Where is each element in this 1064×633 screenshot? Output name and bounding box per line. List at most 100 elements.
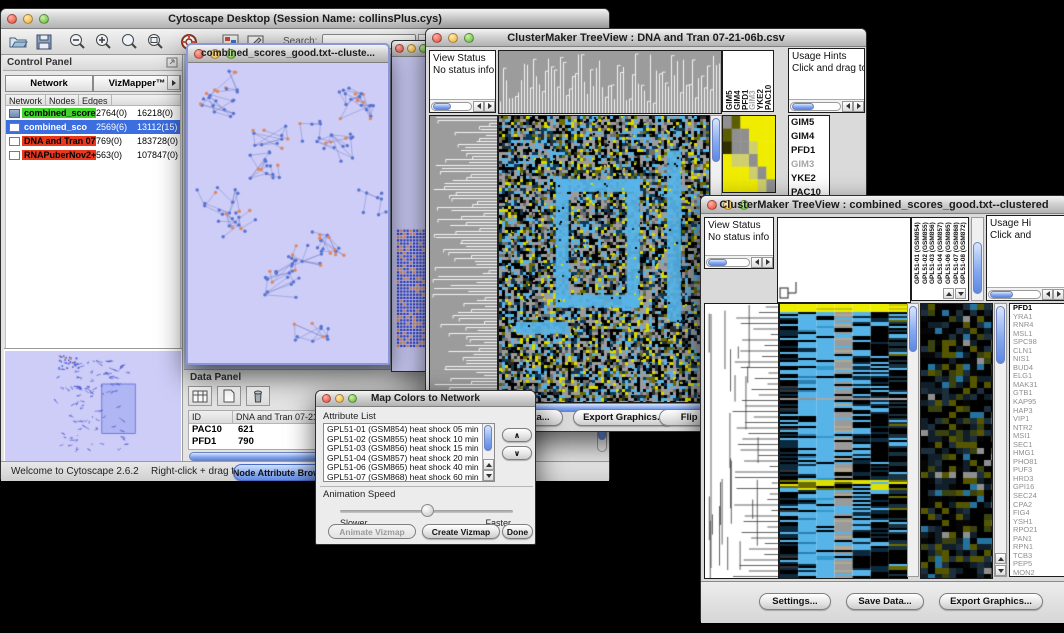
scroll-left-icon[interactable]: [473, 101, 484, 112]
network-table-column[interactable]: Edges: [79, 95, 112, 105]
network-overview-canvas[interactable]: [5, 351, 181, 461]
usage-hints-scrollbar[interactable]: [789, 99, 864, 112]
treeview2-title: ClusterMaker TreeView : combined_scores_…: [701, 199, 1064, 211]
treeview2-gene-list: PFD1YRA1RNR4MSL1SPC98CLN1NIS1BUD4ELG1MAK…: [1009, 303, 1064, 577]
tab-overflow-icon[interactable]: [167, 75, 180, 90]
treeview1-view-status: View Status No status info f: [429, 50, 496, 113]
move-up-button[interactable]: ∧: [502, 428, 532, 442]
treeview2-labels-scrollbar[interactable]: [971, 217, 984, 301]
usage-hints-text: Click and drag to: [792, 63, 861, 75]
treeview2-column-dendrogram[interactable]: [777, 217, 911, 303]
column-label: GPL51-04 (GSM857): [937, 219, 944, 284]
treeview1-submatrix[interactable]: [722, 115, 776, 193]
treeview2-vscrollbar[interactable]: [907, 303, 919, 577]
desktop: Cytoscape Desktop (Session Name: collins…: [0, 0, 1064, 633]
treeview2-view-status: View Status No status info: [704, 217, 774, 269]
scroll-down-icon[interactable]: [995, 565, 1006, 576]
treeview2-save-data-button[interactable]: Save Data...: [846, 593, 924, 610]
view-status-scrollbar[interactable]: [430, 99, 495, 112]
network-overview-panel[interactable]: [4, 348, 182, 461]
treeview2-settings-button[interactable]: Settings...: [759, 593, 831, 610]
network-row[interactable]: RNAPuberNov2+ 563(0) 107847(0): [6, 148, 180, 162]
attribute-table-icon[interactable]: [188, 386, 212, 406]
network-row-icon: [9, 137, 20, 146]
main-titlebar[interactable]: Cytoscape Desktop (Session Name: collins…: [1, 9, 609, 29]
network-row[interactable]: combined_sco 2569(6) 13112(15): [6, 120, 180, 134]
treeview1-title: ClusterMaker TreeView : DNA and Tran 07-…: [426, 32, 866, 44]
zoom-selected-icon[interactable]: [146, 33, 164, 50]
network-window-title: combined_scores_good.txt--cluste...: [188, 48, 388, 59]
treeview1-row-dendrogram[interactable]: [429, 115, 498, 403]
usage-hints-scrollbar[interactable]: [987, 287, 1064, 300]
scroll-up-icon[interactable]: [483, 459, 494, 470]
scroll-right-icon[interactable]: [762, 257, 773, 268]
network-table-column[interactable]: Nodes: [46, 95, 79, 105]
treeview2-zoom-heatmap[interactable]: [920, 303, 993, 579]
control-panel-tab[interactable]: Network: [5, 75, 93, 92]
slider-thumb[interactable]: [421, 504, 434, 517]
gene-label[interactable]: MON2: [1010, 569, 1064, 577]
treeview1-heatmap[interactable]: [498, 115, 710, 403]
scroll-left-icon[interactable]: [1042, 289, 1053, 300]
column-label: GIM3: [748, 52, 755, 110]
save-session-icon[interactable]: [36, 34, 52, 50]
float-panel-icon[interactable]: [166, 57, 178, 68]
gene-label[interactable]: GIM4: [789, 130, 829, 144]
view-status-scrollbar[interactable]: [705, 255, 773, 268]
column-label: PFD1: [741, 52, 748, 110]
control-panel-tabs: Network VizMapper™: [5, 73, 181, 93]
minimize-icon[interactable]: [407, 44, 416, 53]
network-view-window-1: combined_scores_good.txt--cluste...: [186, 43, 390, 365]
network-row[interactable]: DNA and Tran 07 769(0) 183728(0): [6, 134, 180, 148]
zoom-in-icon[interactable]: [94, 33, 112, 50]
scroll-right-icon[interactable]: [853, 101, 864, 112]
control-panel-title: Control Panel: [7, 57, 72, 68]
move-down-button[interactable]: ∨: [502, 446, 532, 460]
network-canvas[interactable]: [188, 63, 388, 363]
animate-vizmap-button[interactable]: Animate Vizmap: [328, 524, 416, 539]
animation-speed-slider[interactable]: [340, 503, 513, 519]
column-label: GPL51-02 (GSM855): [922, 219, 929, 284]
column-label: GIM5: [725, 52, 732, 110]
scroll-left-icon[interactable]: [842, 101, 853, 112]
gene-label[interactable]: GIM5: [789, 116, 829, 130]
scroll-right-icon[interactable]: [484, 101, 495, 112]
scroll-up-icon[interactable]: [943, 288, 954, 299]
treeview2-row-dendrogram[interactable]: [704, 303, 779, 579]
scroll-down-icon[interactable]: [483, 470, 494, 481]
new-attribute-icon[interactable]: [217, 386, 241, 406]
open-session-icon[interactable]: [9, 34, 28, 50]
column-label: YKE2: [756, 52, 763, 110]
data-table-column[interactable]: ID: [189, 411, 233, 423]
data-panel-title: Data Panel: [190, 372, 241, 383]
gene-label[interactable]: PFD1: [789, 144, 829, 158]
main-window-title: Cytoscape Desktop (Session Name: collins…: [1, 13, 609, 25]
gene-label[interactable]: YKE2: [789, 172, 829, 186]
attribute-list-scrollbar[interactable]: [482, 424, 494, 481]
treeview2-heatmap[interactable]: [779, 303, 908, 579]
network-table-column[interactable]: Network: [6, 95, 46, 105]
network-row[interactable]: combined_scores 2764(0) 16218(0): [6, 106, 180, 120]
scroll-up-icon[interactable]: [995, 553, 1006, 564]
scroll-down-icon[interactable]: [955, 288, 966, 299]
create-vizmap-button[interactable]: Create Vizmap: [422, 524, 500, 539]
scroll-right-icon[interactable]: [1053, 289, 1064, 300]
delete-attribute-icon[interactable]: [246, 386, 270, 406]
status-welcome: Welcome to Cytoscape 2.6.2: [11, 466, 139, 477]
gene-label[interactable]: GIM3: [789, 158, 829, 172]
scroll-left-icon[interactable]: [751, 257, 762, 268]
animation-speed-label: Animation Speed: [323, 489, 395, 500]
column-label: GIM4: [733, 52, 740, 110]
view-status-title: View Status: [433, 53, 492, 65]
node-attribute-browser-button[interactable]: Node Attribute Brows: [233, 464, 325, 481]
treeview2-genes-scrollbar[interactable]: [994, 303, 1007, 577]
treeview1-column-dendrogram[interactable]: [498, 50, 722, 114]
zoom-out-icon[interactable]: [68, 33, 86, 50]
close-icon[interactable]: [395, 44, 404, 53]
zoom-fit-icon[interactable]: [120, 33, 138, 50]
treeview2-usage-hints: Usage Hi Click and: [986, 215, 1064, 301]
done-button[interactable]: Done: [502, 524, 533, 539]
treeview2-export-graphics-button[interactable]: Export Graphics...: [939, 593, 1043, 610]
attribute-item[interactable]: GPL51-07 (GSM868) heat shock 60 min: [324, 473, 481, 483]
control-panel: Control Panel Network VizMapper™: [3, 55, 183, 461]
